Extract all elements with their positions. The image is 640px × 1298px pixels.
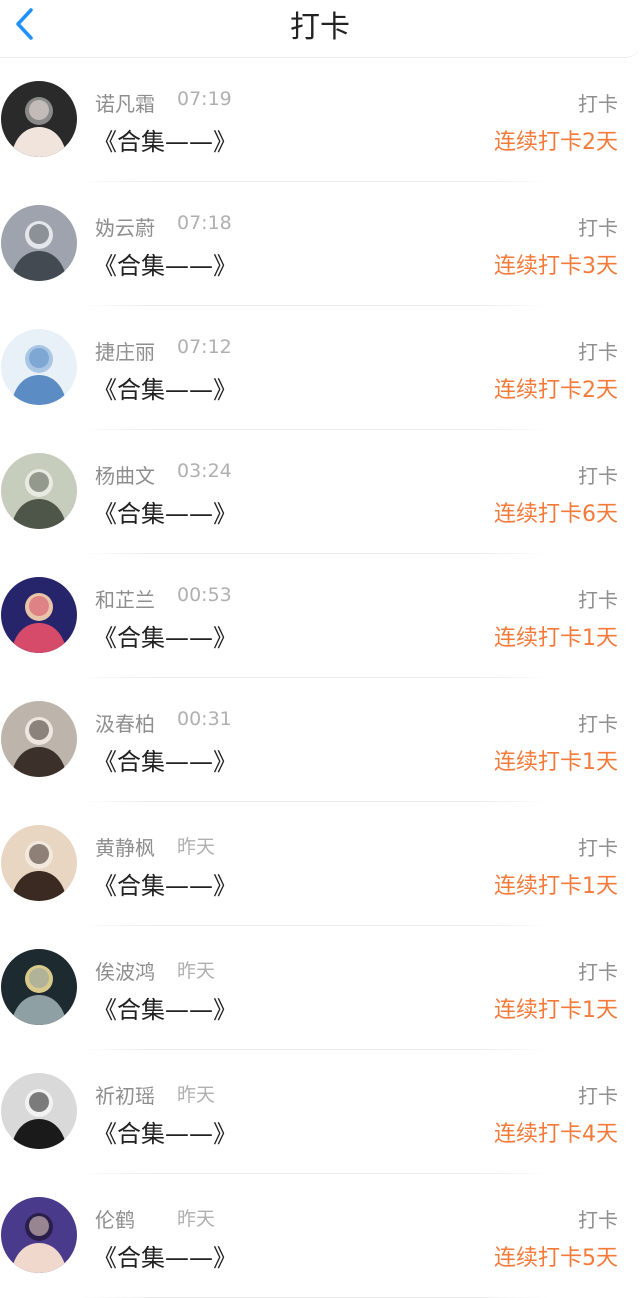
header-bar: 打卡 <box>0 0 640 58</box>
user-name[interactable]: 黄静枫 <box>95 832 155 861</box>
post-time: 00:31 <box>177 708 232 730</box>
post-content[interactable]: 《合集——》 <box>93 742 237 777</box>
post-content[interactable]: 《合集——》 <box>93 370 237 405</box>
avatar[interactable] <box>1 949 77 1025</box>
post-content[interactable]: 《合集——》 <box>93 990 237 1025</box>
post-content[interactable]: 《合集——》 <box>93 618 237 653</box>
list-item[interactable]: 黄静枫 昨天 《合集——》 打卡 连续打卡1天 <box>0 802 640 926</box>
user-name[interactable]: 诺凡霜 <box>95 88 155 117</box>
checkin-label: 打卡 <box>578 464 618 488</box>
user-name[interactable]: 妫云蔚 <box>95 212 155 241</box>
list-item[interactable]: 妫云蔚 07:18 《合集——》 打卡 连续打卡3天 <box>0 182 640 306</box>
avatar[interactable] <box>1 329 77 405</box>
checkin-label: 打卡 <box>578 216 618 240</box>
post-time: 昨天 <box>177 836 216 858</box>
post-content[interactable]: 《合集——》 <box>93 1114 237 1149</box>
list-item[interactable]: 俟波鸿 昨天 《合集——》 打卡 连续打卡1天 <box>0 926 640 1050</box>
post-content[interactable]: 《合集——》 <box>93 122 237 157</box>
streak-badge: 连续打卡6天 <box>494 502 618 527</box>
list-item[interactable]: 杨曲文 03:24 《合集——》 打卡 连续打卡6天 <box>0 430 640 554</box>
post-content[interactable]: 《合集——》 <box>93 1238 237 1273</box>
streak-badge: 连续打卡1天 <box>494 750 618 775</box>
checkin-label: 打卡 <box>578 340 618 364</box>
post-content[interactable]: 《合集——》 <box>93 494 237 529</box>
user-name[interactable]: 捷庄丽 <box>95 336 155 365</box>
post-time: 07:12 <box>177 336 232 358</box>
post-time: 07:18 <box>177 212 232 234</box>
streak-badge: 连续打卡2天 <box>494 378 618 403</box>
streak-badge: 连续打卡2天 <box>494 130 618 155</box>
post-content[interactable]: 《合集——》 <box>93 246 237 281</box>
avatar[interactable] <box>1 701 77 777</box>
checkin-label: 打卡 <box>578 588 618 612</box>
list-item[interactable]: 和芷兰 00:53 《合集——》 打卡 连续打卡1天 <box>0 554 640 678</box>
post-time: 03:24 <box>177 460 232 482</box>
avatar[interactable] <box>1 1197 77 1273</box>
checkin-label: 打卡 <box>578 960 618 984</box>
post-content[interactable]: 《合集——》 <box>93 866 237 901</box>
checkin-label: 打卡 <box>578 1208 618 1232</box>
streak-badge: 连续打卡1天 <box>494 626 618 651</box>
streak-badge: 连续打卡5天 <box>494 1246 618 1271</box>
user-name[interactable]: 汲春柏 <box>95 708 155 737</box>
user-name[interactable]: 俟波鸿 <box>95 956 155 985</box>
avatar[interactable] <box>1 577 77 653</box>
list-item[interactable]: 伦鹤 昨天 《合集——》 打卡 连续打卡5天 <box>0 1174 640 1298</box>
streak-badge: 连续打卡4天 <box>494 1122 618 1147</box>
checkin-label: 打卡 <box>578 1084 618 1108</box>
avatar[interactable] <box>1 1073 77 1149</box>
post-time: 00:53 <box>177 584 232 606</box>
list-item[interactable]: 捷庄丽 07:12 《合集——》 打卡 连续打卡2天 <box>0 306 640 430</box>
user-name[interactable]: 杨曲文 <box>95 460 155 489</box>
avatar[interactable] <box>1 81 77 157</box>
list-item[interactable]: 诺凡霜 07:19 《合集——》 打卡 连续打卡2天 <box>0 58 640 182</box>
streak-badge: 连续打卡1天 <box>494 874 618 899</box>
avatar[interactable] <box>1 825 77 901</box>
checkin-label: 打卡 <box>578 836 618 860</box>
user-name[interactable]: 和芷兰 <box>95 584 155 613</box>
post-time: 昨天 <box>177 1084 216 1106</box>
checkin-label: 打卡 <box>578 712 618 736</box>
avatar[interactable] <box>1 453 77 529</box>
user-name[interactable]: 伦鹤 <box>95 1204 135 1233</box>
back-button[interactable] <box>0 0 48 48</box>
checkin-label: 打卡 <box>578 92 618 116</box>
streak-badge: 连续打卡1天 <box>494 998 618 1023</box>
checkin-list: 诺凡霜 07:19 《合集——》 打卡 连续打卡2天 妫云蔚 07:18 《合集… <box>0 58 640 1298</box>
list-item[interactable]: 汲春柏 00:31 《合集——》 打卡 连续打卡1天 <box>0 678 640 802</box>
post-time: 昨天 <box>177 1208 216 1230</box>
user-name[interactable]: 祈初瑶 <box>95 1080 155 1109</box>
list-item[interactable]: 祈初瑶 昨天 《合集——》 打卡 连续打卡4天 <box>0 1050 640 1174</box>
page-title: 打卡 <box>290 10 350 45</box>
post-time: 昨天 <box>177 960 216 982</box>
avatar[interactable] <box>1 205 77 281</box>
streak-badge: 连续打卡3天 <box>494 254 618 279</box>
post-time: 07:19 <box>177 88 232 110</box>
chevron-left-icon <box>16 8 33 40</box>
